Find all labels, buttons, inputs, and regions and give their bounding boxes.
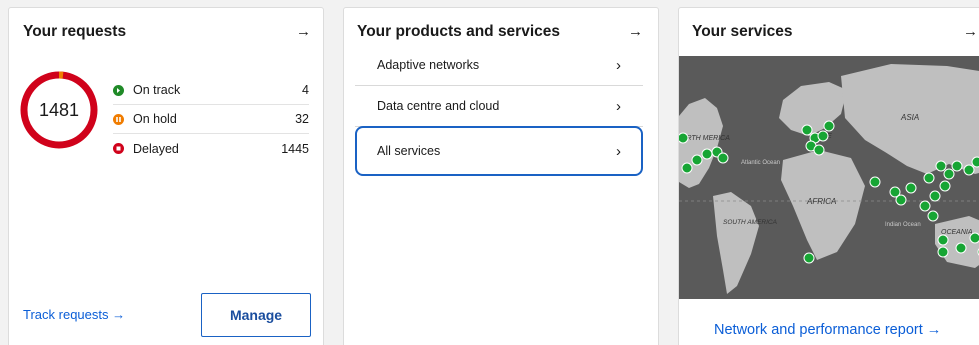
world-map[interactable]: ORTH MERICA OPE ASIA Atlantic Ocean AFRI… <box>679 56 979 299</box>
menu-item-data-centre-cloud[interactable]: Data centre and cloud › <box>355 86 643 127</box>
map-label-oceania: OCEANIA <box>941 229 973 236</box>
map-pin <box>717 152 729 164</box>
status-count: 4 <box>302 83 309 97</box>
chevron-right-icon: › <box>616 97 621 115</box>
status-label: On hold <box>133 112 177 126</box>
chevron-right-icon: › <box>616 142 621 160</box>
map-pin <box>813 144 825 156</box>
map-pin <box>937 234 949 246</box>
track-requests-link[interactable]: Track requests → <box>23 307 125 322</box>
map-label-asia: ASIA <box>900 113 919 122</box>
map-pin <box>971 156 979 168</box>
map-pin <box>869 176 881 188</box>
status-count: 1445 <box>281 141 309 156</box>
map-pin <box>939 180 951 192</box>
status-label: Delayed <box>133 141 179 156</box>
map-pin <box>955 242 967 254</box>
map-pin <box>817 130 829 142</box>
map-pin <box>823 120 835 132</box>
map-pin <box>923 172 935 184</box>
map-pin <box>905 182 917 194</box>
status-row-delayed[interactable]: Delayed 1445 <box>113 134 309 163</box>
menu-item-label: All services <box>377 144 441 158</box>
map-pin <box>801 124 813 136</box>
requests-title: Your requests <box>23 23 127 40</box>
requests-card: Your requests → 1481 On track 4 On hold … <box>8 7 324 345</box>
map-pin <box>679 132 689 144</box>
status-count: 32 <box>295 112 309 126</box>
map-pin <box>919 200 931 212</box>
products-arrow-icon[interactable]: → <box>628 23 643 40</box>
map-pin <box>935 160 947 172</box>
requests-total: 1481 <box>38 99 80 120</box>
chevron-right-icon: › <box>616 56 621 74</box>
map-label-south-america: SOUTH AMERICA <box>723 219 777 226</box>
requests-arrow-icon[interactable]: → <box>296 23 311 40</box>
map-pin <box>701 148 713 160</box>
map-pin <box>803 252 815 264</box>
services-arrow-icon[interactable]: → <box>963 23 978 40</box>
map-label-indian: Indian Ocean <box>885 222 921 228</box>
delayed-icon <box>113 143 124 154</box>
menu-item-all-services[interactable]: All services › <box>355 126 643 176</box>
manage-button[interactable]: Manage <box>201 293 311 337</box>
map-pin <box>943 168 955 180</box>
map-pin <box>951 160 963 172</box>
status-label: On track <box>133 83 181 97</box>
on-track-icon <box>113 84 124 96</box>
map-pin <box>681 162 693 174</box>
products-title: Your products and services <box>357 23 560 40</box>
map-pin <box>895 194 907 206</box>
services-title: Your services <box>692 23 793 40</box>
status-row-on-track[interactable]: On track 4 <box>113 76 309 105</box>
menu-item-label: Adaptive networks <box>377 58 480 72</box>
map-pin <box>937 246 949 258</box>
map-pin <box>927 210 939 222</box>
menu-item-label: Data centre and cloud <box>377 99 500 113</box>
on-hold-icon <box>113 113 124 125</box>
map-pin <box>963 164 975 176</box>
map-pin <box>969 232 979 244</box>
status-row-on-hold[interactable]: On hold 32 <box>113 105 309 134</box>
menu-item-adaptive-networks[interactable]: Adaptive networks › <box>355 45 643 86</box>
services-card: Your services → ORTH MERICA OPE ASIA Atl… <box>678 7 979 345</box>
map-pin <box>691 154 703 166</box>
products-card: Your products and services → Adaptive ne… <box>343 7 659 345</box>
map-label-africa: AFRICA <box>806 197 836 206</box>
network-performance-report-link[interactable]: Network and performance report → <box>714 322 941 338</box>
status-list: On track 4 On hold 32 Delayed 1445 <box>113 76 309 163</box>
map-label-atlantic: Atlantic Ocean <box>741 160 780 166</box>
map-pin <box>929 190 941 202</box>
